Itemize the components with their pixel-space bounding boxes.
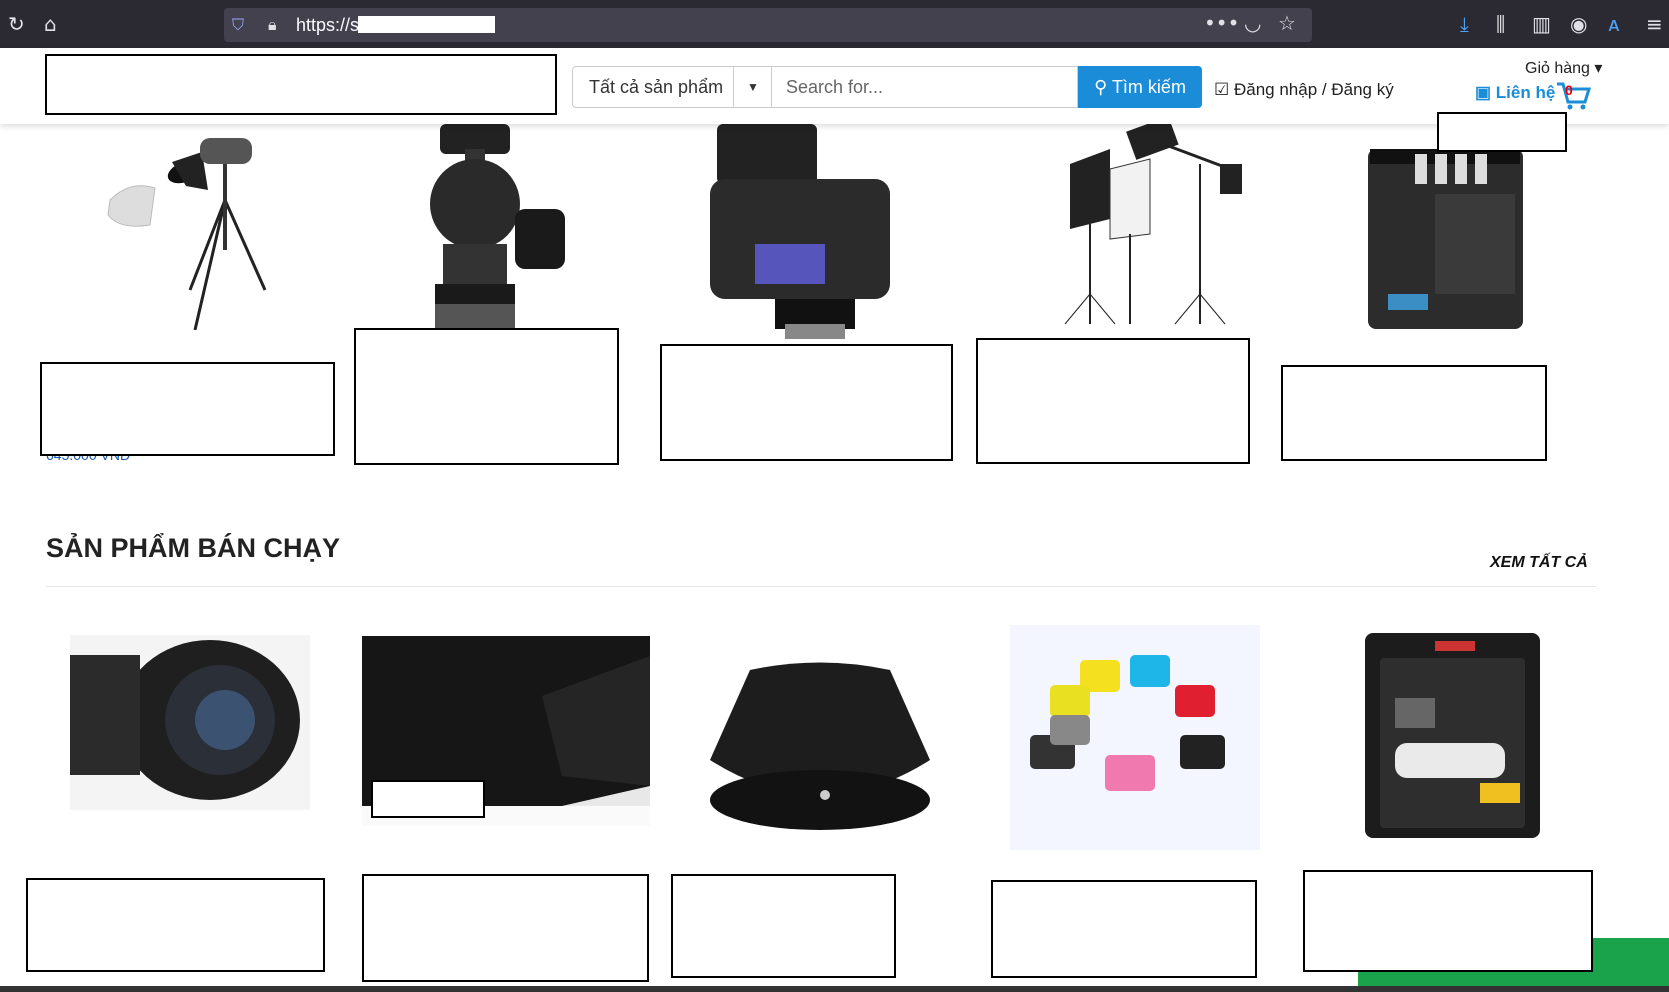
product-image-studio-light-kit[interactable] bbox=[1050, 124, 1250, 334]
reload-icon[interactable]: ↻ bbox=[8, 12, 25, 36]
category-select-label: Tất cả sản phẩm bbox=[589, 77, 724, 97]
address-bar[interactable]: ⛉ 🔒︎ https://s ••• ◡ ☆ bbox=[224, 8, 1312, 42]
product-info-redaction-3 bbox=[660, 344, 953, 461]
search-icon: ⚲ bbox=[1094, 77, 1108, 97]
product-image-dry-cabinet[interactable] bbox=[1365, 633, 1540, 838]
category-select[interactable]: Tất cả sản phẩm ▼ bbox=[572, 66, 772, 108]
header-redaction bbox=[1437, 112, 1567, 152]
product-info-redaction-2 bbox=[354, 328, 619, 465]
cart-dropdown[interactable]: Giỏ hàng ▾ bbox=[1525, 58, 1602, 78]
home-icon[interactable]: ⌂ bbox=[44, 12, 57, 36]
view-all-link[interactable]: XEM TẤT CẢ bbox=[1490, 554, 1588, 572]
sidebar-icon[interactable]: ▥ bbox=[1532, 12, 1551, 36]
product-info-redaction-10 bbox=[1303, 870, 1593, 972]
product-image-speedlight-flash[interactable] bbox=[705, 124, 935, 344]
product-info-redaction-5 bbox=[1281, 365, 1547, 461]
product-info-redaction-9 bbox=[991, 880, 1257, 978]
search-input[interactable] bbox=[772, 66, 1078, 108]
product-info-redaction-6 bbox=[26, 878, 325, 972]
product-image-ball-head[interactable] bbox=[395, 124, 615, 329]
login-register-link[interactable]: ☑ Đăng nhập / Đăng ký bbox=[1214, 80, 1394, 100]
section-title-bestsellers: SẢN PHẨM BÁN CHẠY bbox=[46, 533, 341, 563]
url-redaction bbox=[358, 16, 495, 33]
cart-count-badge: 0 bbox=[1565, 82, 1573, 98]
product-image-camera-keychains[interactable] bbox=[1010, 625, 1260, 850]
product-info-redaction-1 bbox=[40, 362, 335, 456]
shopping-cart-icon[interactable] bbox=[1555, 80, 1591, 110]
menu-icon[interactable]: ≡ bbox=[1646, 12, 1663, 36]
product-image-jjc-lens-hood[interactable] bbox=[700, 660, 940, 840]
product-image-softbox-light[interactable] bbox=[90, 130, 310, 330]
search-button[interactable]: ⚲ Tìm kiếm bbox=[1078, 66, 1202, 108]
product-info-redaction-8 bbox=[671, 874, 896, 978]
cart-label: Giỏ hàng bbox=[1525, 60, 1590, 77]
more-options-icon[interactable]: ••• bbox=[1204, 11, 1239, 35]
chevron-down-icon[interactable]: ▼ bbox=[733, 67, 772, 107]
account-icon[interactable]: ◉ bbox=[1570, 12, 1587, 36]
search-button-label: Tìm kiếm bbox=[1111, 77, 1186, 97]
shield-icon[interactable]: ⛉ bbox=[232, 13, 244, 37]
library-icon[interactable]: ⫼ bbox=[1496, 12, 1505, 36]
caret-down-icon: ▾ bbox=[1594, 60, 1603, 77]
login-register-label: Đăng nhập / Đăng ký bbox=[1233, 80, 1394, 99]
product-info-redaction-7 bbox=[362, 874, 649, 982]
contact-link[interactable]: ▣ Liên hệ bbox=[1475, 83, 1555, 103]
bottom-strip bbox=[0, 986, 1669, 992]
product-image-lens-hood[interactable] bbox=[70, 635, 310, 810]
section-divider bbox=[46, 586, 1596, 587]
checkbox-icon: ☑ bbox=[1214, 80, 1230, 99]
logo-redaction bbox=[45, 54, 557, 115]
download-icon[interactable]: ⤓ bbox=[1460, 12, 1469, 36]
lock-icon[interactable]: 🔒︎ bbox=[268, 13, 277, 37]
translate-icon[interactable]: ᴀ bbox=[1608, 12, 1620, 36]
pocket-icon[interactable]: ◡ bbox=[1244, 11, 1261, 35]
url-text: https://s bbox=[296, 15, 360, 35]
product-image-camera-battery[interactable] bbox=[1360, 124, 1530, 344]
contact-label: Liên hệ bbox=[1495, 83, 1556, 102]
bookmark-star-icon[interactable]: ☆ bbox=[1278, 11, 1296, 35]
browser-toolbar: ↻ ⌂ ⛉ 🔒︎ https://s ••• ◡ ☆ ⤓ ⫼ ▥ ◉ ᴀ ≡ bbox=[0, 0, 1669, 48]
money-icon: ▣ bbox=[1475, 83, 1492, 102]
image-label-redaction bbox=[371, 780, 485, 818]
product-info-redaction-4 bbox=[976, 338, 1250, 464]
